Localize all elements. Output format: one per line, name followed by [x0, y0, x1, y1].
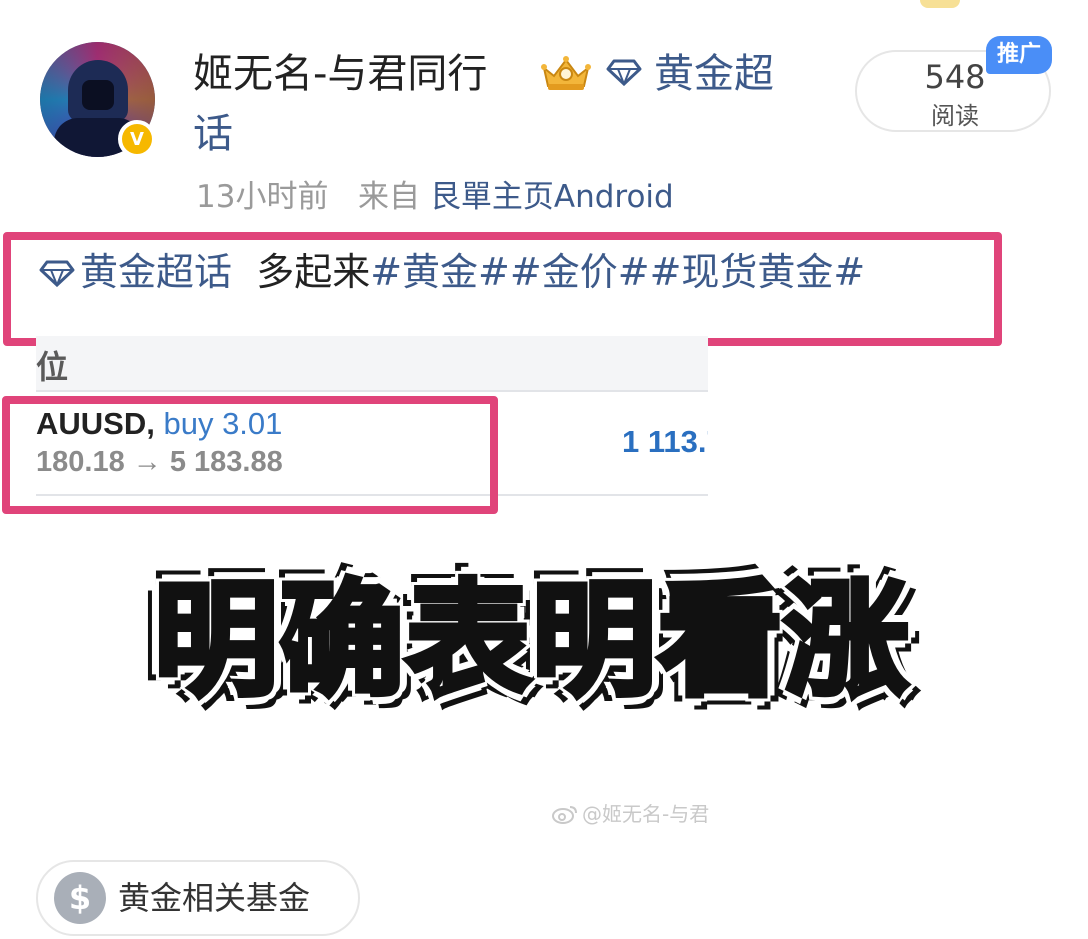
verified-badge-icon: V	[118, 120, 156, 158]
corner-decoration	[920, 0, 960, 8]
big-caption: 明确表明看涨	[122, 566, 942, 716]
highlight-frame-trade	[2, 396, 498, 514]
author-name[interactable]: 姬无名-与君同行	[193, 48, 487, 100]
post-time: 13小时前	[196, 179, 329, 215]
gold-fund-chip[interactable]: $ 黄金相关基金	[36, 860, 360, 936]
highlight-frame-post	[3, 232, 1002, 346]
post-meta: 13小时前 来自 艮單主页Android	[196, 174, 674, 220]
promo-tag: 推广	[986, 36, 1052, 74]
diamond-icon	[606, 59, 642, 86]
watermark: @姬无名-与君	[552, 798, 709, 827]
crown-level-icon	[541, 56, 591, 90]
trade-header-text: 位	[36, 348, 69, 386]
avatar-face	[82, 80, 114, 110]
weibo-icon	[552, 806, 577, 824]
from-prefix: 来自	[358, 179, 421, 215]
trade-profit: 1 113.7	[622, 424, 708, 459]
big-caption-text: 明确表明看涨	[151, 566, 911, 716]
dollar-icon: $	[54, 872, 106, 924]
trade-header: 位	[36, 336, 708, 392]
topic-link[interactable]: 黄金超	[654, 48, 774, 100]
watermark-text: @姬无名-与君	[582, 802, 710, 826]
fund-chip-label: 黄金相关基金	[118, 879, 311, 917]
read-label: 阅读	[931, 102, 979, 130]
topic-link-continued[interactable]: 话	[193, 108, 233, 160]
post-source[interactable]: 艮單主页Android	[430, 179, 674, 215]
